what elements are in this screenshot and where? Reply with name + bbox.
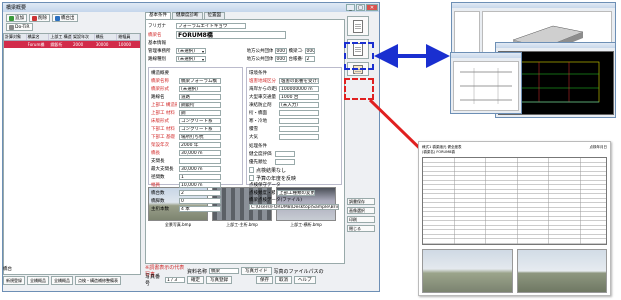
sheet-header: 様式1 橋梁諸元 健全度表 (橋梁名) FORUM8橋 点検年月日 — [422, 145, 607, 155]
sheet-photo-2 — [516, 249, 607, 293]
drawing-lines — [460, 68, 512, 104]
thumbnail-canvas[interactable] — [453, 61, 519, 111]
sheet-photo-1 — [422, 249, 513, 293]
sheet-subtitle: (橋梁名) FORUM8橋 — [422, 150, 455, 154]
sheet-date-label: 点検年月日 — [589, 145, 608, 149]
sheet-photos — [422, 249, 607, 293]
sheet-table — [422, 157, 607, 245]
report-sheet: 様式1 橋梁諸元 健全度表 (橋梁名) FORUM8橋 点検年月日 — [418, 141, 611, 296]
drawing-thumbnail-window — [450, 52, 522, 114]
cad-window-titlebar — [496, 43, 615, 48]
3d-window-titlebar — [452, 3, 615, 8]
thumbnail-window-titlebar — [451, 53, 521, 58]
sheet-title-block: 様式1 橋梁諸元 健全度表 (橋梁名) FORUM8橋 — [422, 145, 461, 155]
